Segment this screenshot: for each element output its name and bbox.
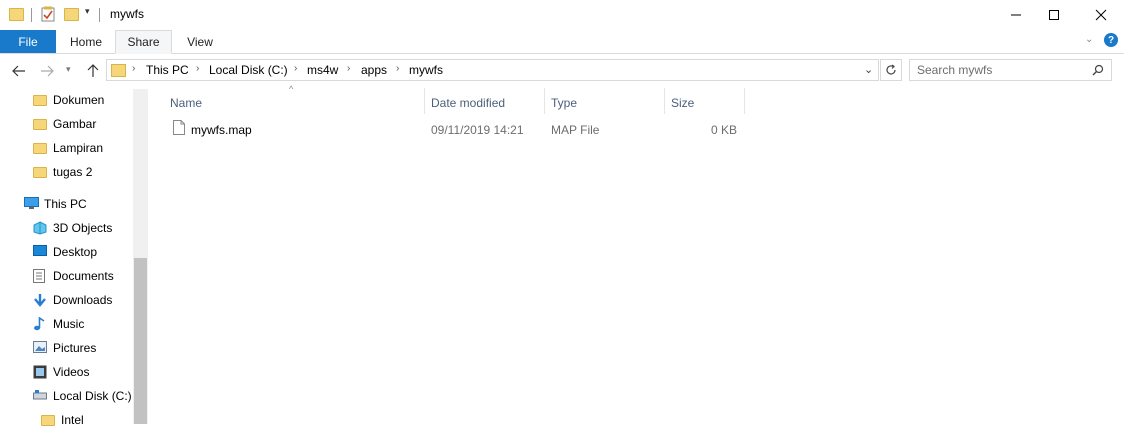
forward-arrow-icon (41, 65, 54, 77)
breadcrumb-chevron-icon[interactable]: › (132, 63, 135, 74)
folder-icon (33, 142, 47, 154)
column-divider[interactable] (664, 88, 665, 114)
breadcrumb-apps[interactable]: apps (361, 63, 387, 77)
folder-icon (33, 166, 47, 178)
music-icon (33, 316, 47, 331)
column-divider[interactable] (544, 88, 545, 114)
column-header-name[interactable]: Name (170, 92, 425, 114)
folder-icon (9, 8, 24, 21)
divider (31, 8, 32, 22)
nav-item-label: Dokumen (53, 93, 105, 107)
file-name[interactable]: mywfs.map (191, 123, 252, 137)
breadcrumb-ms4w[interactable]: ms4w (307, 63, 338, 77)
title-bar (0, 0, 1124, 30)
tab-file[interactable]: File (0, 30, 56, 53)
folder-icon (33, 118, 47, 130)
tab-home[interactable]: Home (58, 30, 114, 53)
3d-objects-icon (33, 221, 47, 235)
forward-button[interactable] (36, 60, 58, 82)
back-arrow-icon (12, 65, 25, 77)
nav-item-label: This PC (44, 197, 87, 211)
nav-item-label: Gambar (53, 117, 97, 131)
nav-item-label: Lampiran (53, 141, 104, 155)
nav-item-this-pc[interactable]: This PC (0, 192, 133, 216)
nav-item-label: tugas 2 (53, 165, 93, 179)
nav-item-videos[interactable]: Videos (0, 360, 133, 384)
customize-qat-icon[interactable]: ▾ (85, 6, 95, 20)
expand-ribbon-icon[interactable]: ⌄ (1085, 34, 1093, 45)
close-icon (1095, 9, 1107, 21)
breadcrumb-this-pc[interactable]: This PC (146, 63, 189, 77)
column-header-date-modified[interactable]: Date modified (431, 92, 544, 114)
nav-item-label: Intel (61, 413, 84, 427)
new-folder-icon[interactable] (64, 8, 79, 21)
computer-icon (24, 197, 39, 211)
column-header-size[interactable]: Size (671, 92, 744, 114)
tab-share[interactable]: Share (115, 30, 172, 54)
drive-icon (33, 389, 47, 403)
up-button[interactable] (82, 60, 104, 82)
up-arrow-icon (87, 64, 99, 77)
pictures-icon (33, 341, 47, 355)
file-size: 0 KB (710, 123, 737, 137)
breadcrumb-chevron-icon[interactable]: › (396, 63, 399, 74)
refresh-icon (886, 64, 896, 75)
file-type: MAP File (551, 123, 600, 137)
nav-item-tugas-2[interactable]: tugas 2 (0, 160, 133, 184)
nav-item-dokumen[interactable]: Dokumen (0, 88, 133, 112)
search-input[interactable]: Search mywfs (917, 63, 992, 77)
column-header-type[interactable]: Type (551, 92, 664, 114)
nav-item-label: Documents (53, 269, 114, 283)
breadcrumb-chevron-icon[interactable]: › (196, 63, 199, 74)
nav-scrollbar-thumb[interactable] (134, 258, 147, 424)
downloads-icon (33, 293, 47, 307)
nav-item-lampiran[interactable]: Lampiran (0, 136, 133, 160)
nav-item-label: 3D Objects (53, 221, 113, 235)
divider (99, 8, 100, 22)
file-date-modified: 09/11/2019 14:21 (431, 123, 524, 137)
maximize-button[interactable] (1031, 0, 1077, 30)
window-title: mywfs (110, 7, 144, 21)
nav-item-label: Desktop (53, 245, 98, 259)
breadcrumb-local-disk[interactable]: Local Disk (C:) (209, 63, 288, 77)
minimize-icon (1011, 14, 1021, 16)
nav-item-gambar[interactable]: Gambar (0, 112, 133, 136)
documents-icon (33, 269, 47, 283)
close-button[interactable] (1078, 0, 1124, 30)
nav-item-pictures[interactable]: Pictures (0, 336, 133, 360)
videos-icon (33, 365, 47, 379)
nav-item-label: Local Disk (C:) (53, 389, 132, 403)
recent-locations-icon[interactable]: ▾ (66, 64, 71, 75)
nav-item-label: Pictures (53, 341, 97, 355)
maximize-icon (1049, 10, 1059, 20)
nav-item-label: Videos (53, 365, 90, 379)
nav-item-intel[interactable]: Intel (0, 408, 133, 432)
nav-item-label: Downloads (53, 293, 113, 307)
nav-item-local-disk[interactable]: Local Disk (C:) (0, 384, 133, 408)
help-icon[interactable]: ? (1104, 33, 1118, 47)
file-icon (173, 120, 185, 138)
nav-item-label: Music (53, 317, 85, 331)
breadcrumb-chevron-icon[interactable]: › (294, 63, 297, 74)
breadcrumb-chevron-icon[interactable]: › (347, 63, 350, 74)
nav-item-downloads[interactable]: Downloads (0, 288, 133, 312)
folder-icon (111, 64, 126, 77)
back-button[interactable] (8, 60, 30, 82)
desktop-icon (33, 245, 47, 259)
navigation-pane: Dokumen Gambar Lampiran tugas 2 This PC … (0, 88, 133, 432)
refresh-button[interactable] (880, 59, 902, 81)
breadcrumb-mywfs[interactable]: mywfs (409, 63, 443, 77)
nav-item-documents[interactable]: Documents (0, 264, 133, 288)
folder-icon (33, 94, 47, 106)
tab-view[interactable]: View (172, 30, 228, 53)
column-divider[interactable] (744, 88, 745, 114)
nav-item-desktop[interactable]: Desktop (0, 240, 133, 264)
search-icon[interactable] (1092, 64, 1104, 79)
column-divider[interactable] (424, 88, 425, 114)
nav-item-3d-objects[interactable]: 3D Objects (0, 216, 133, 240)
properties-icon[interactable] (40, 6, 56, 22)
address-dropdown-icon[interactable]: ⌄ (864, 63, 873, 76)
nav-item-music[interactable]: Music (0, 312, 133, 336)
